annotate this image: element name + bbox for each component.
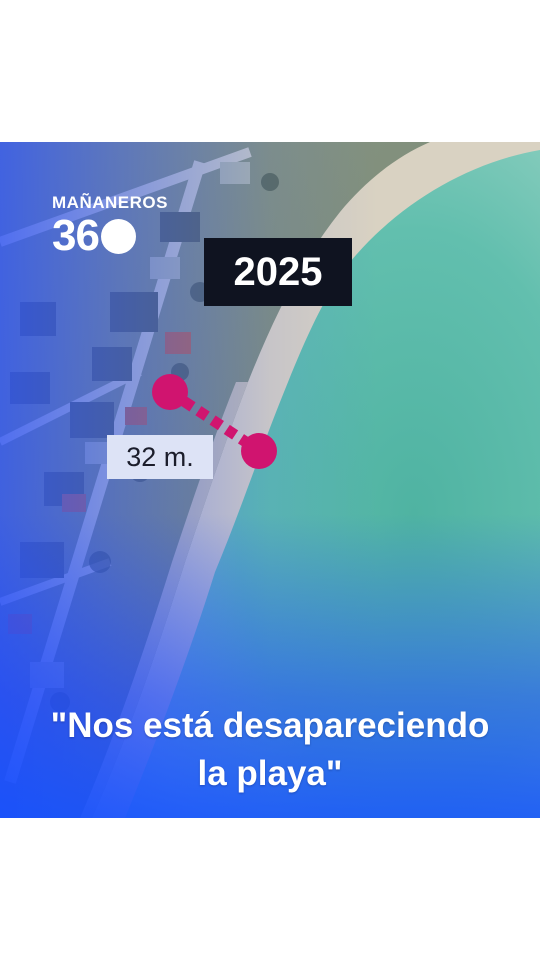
caption-line-1: "Nos está desapareciendo <box>50 706 490 745</box>
caption-quote: "Nos está desapareciendo la playa" <box>0 702 540 798</box>
caption-line-2: la playa" <box>197 754 343 793</box>
measurement-start-dot <box>152 374 188 410</box>
video-frame[interactable]: MAÑANEROS 36 2025 32 m. "Nos está desapa… <box>0 142 540 818</box>
distance-label: 32 m. <box>107 435 213 479</box>
measurement-end-dot <box>241 433 277 469</box>
